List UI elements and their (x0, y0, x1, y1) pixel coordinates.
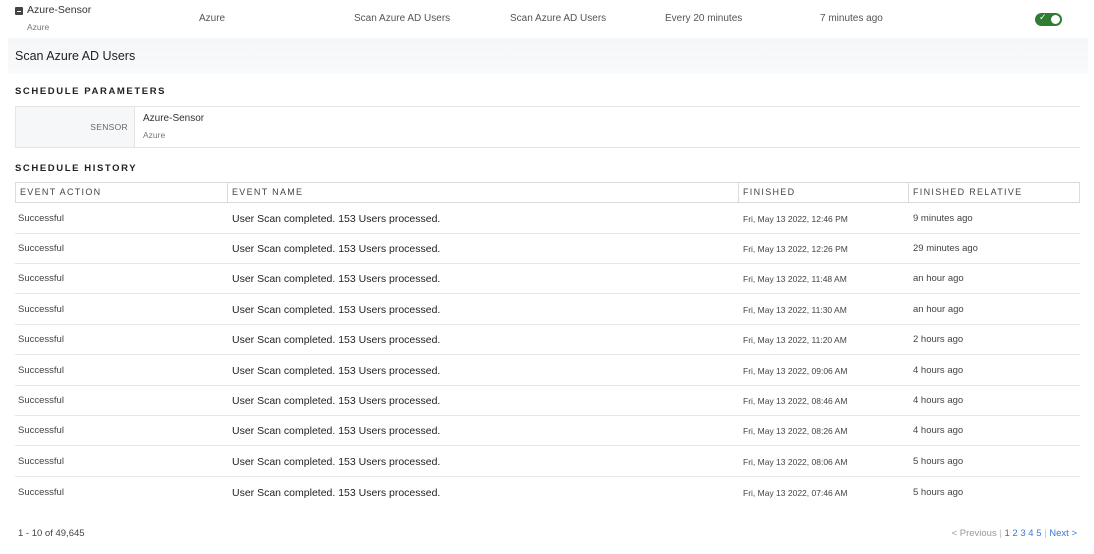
page-2-link[interactable]: 2 (1012, 528, 1017, 539)
row-event-name: User Scan completed. 153 Users processed… (232, 304, 441, 316)
row-finished: Fri, May 13 2022, 12:46 PM (743, 214, 848, 224)
detail-title: Scan Azure AD Users (15, 49, 136, 63)
schedule-sensor-type: Azure (27, 22, 50, 32)
row-event-name: User Scan completed. 153 Users processed… (232, 243, 441, 255)
table-row[interactable]: Successful User Scan completed. 153 User… (15, 477, 1080, 507)
table-row[interactable]: Successful User Scan completed. 153 User… (15, 203, 1080, 234)
row-event-name: User Scan completed. 153 Users processed… (232, 365, 441, 377)
col-finished[interactable]: FINISHED (738, 182, 909, 203)
schedule-action: Scan Azure AD Users (354, 13, 451, 24)
row-event-action: Successful (18, 425, 64, 436)
row-event-action: Successful (18, 395, 64, 406)
row-finished: Fri, May 13 2022, 11:20 AM (743, 335, 847, 345)
collapse-icon[interactable] (15, 7, 23, 15)
table-row[interactable]: Successful User Scan completed. 153 User… (15, 355, 1080, 386)
row-event-action: Successful (18, 213, 64, 224)
toggle-knob (1051, 15, 1060, 24)
row-finished-relative: 5 hours ago (913, 456, 964, 467)
row-finished: Fri, May 13 2022, 11:48 AM (743, 274, 847, 284)
row-event-action: Successful (18, 365, 64, 376)
schedule-parameters-heading: SCHEDULE PARAMETERS (15, 86, 167, 97)
schedule-history-heading: SCHEDULE HISTORY (15, 163, 138, 174)
row-event-action: Successful (18, 334, 64, 345)
row-finished-relative: 4 hours ago (913, 395, 964, 406)
detail-header: Scan Azure AD Users (8, 38, 1088, 74)
sensor-param-value: Azure-Sensor (143, 113, 205, 124)
row-finished-relative: an hour ago (913, 304, 964, 315)
table-row[interactable]: Successful User Scan completed. 153 User… (15, 385, 1080, 416)
pagination: < Previous | 1 2 3 4 5 | Next > (951, 528, 1077, 539)
schedule-row[interactable]: Azure-Sensor Azure Azure Scan Azure AD U… (0, 0, 1094, 38)
row-event-action: Successful (18, 487, 64, 498)
row-finished: Fri, May 13 2022, 08:46 AM (743, 396, 848, 406)
table-row[interactable]: Successful User Scan completed. 153 User… (15, 415, 1080, 446)
row-finished: Fri, May 13 2022, 08:26 AM (743, 426, 848, 436)
table-row[interactable]: Successful User Scan completed. 153 User… (15, 446, 1080, 477)
parameters-table: SENSOR Azure-Sensor Azure (15, 106, 1080, 148)
page-4-link[interactable]: 4 (1028, 528, 1033, 539)
row-finished-relative: 4 hours ago (913, 365, 964, 376)
row-finished: Fri, May 13 2022, 09:06 AM (743, 366, 848, 376)
sensor-param-sub: Azure (143, 130, 166, 140)
row-finished: Fri, May 13 2022, 08:06 AM (743, 457, 848, 467)
page-3-link[interactable]: 3 (1020, 528, 1025, 539)
row-finished-relative: an hour ago (913, 273, 964, 284)
col-event-name[interactable]: EVENT NAME (227, 182, 739, 203)
row-event-name: User Scan completed. 153 Users processed… (232, 213, 441, 225)
col-finished-relative[interactable]: FINISHED RELATIVE (908, 182, 1080, 203)
pagination-range: 1 - 10 of 49,645 (18, 528, 85, 539)
row-event-action: Successful (18, 304, 64, 315)
row-event-name: User Scan completed. 153 Users processed… (232, 334, 441, 346)
schedule-platform: Azure (199, 13, 226, 24)
schedule-name: Scan Azure AD Users (510, 13, 607, 24)
table-row[interactable]: Successful User Scan completed. 153 User… (15, 324, 1080, 355)
next-page-link[interactable]: Next > (1049, 528, 1077, 539)
row-finished-relative: 9 minutes ago (913, 213, 973, 224)
history-table-header: EVENT ACTION EVENT NAME FINISHED FINISHE… (15, 182, 1080, 203)
page-1-link[interactable]: 1 (1004, 528, 1009, 539)
row-finished-relative: 4 hours ago (913, 425, 964, 436)
table-row[interactable]: Successful User Scan completed. 153 User… (15, 263, 1080, 294)
check-icon: ✓ (1039, 12, 1047, 22)
row-event-name: User Scan completed. 153 Users processed… (232, 456, 441, 468)
row-finished: Fri, May 13 2022, 07:46 AM (743, 488, 848, 498)
schedule-frequency: Every 20 minutes (665, 13, 743, 24)
schedule-sensor-name: Azure-Sensor (27, 4, 92, 16)
row-event-action: Successful (18, 456, 64, 467)
sensor-param-label: SENSOR (15, 107, 135, 147)
table-row[interactable]: Successful User Scan completed. 153 User… (15, 233, 1080, 264)
row-event-action: Successful (18, 273, 64, 284)
row-event-name: User Scan completed. 153 Users processed… (232, 273, 441, 285)
enabled-toggle[interactable]: ✓ (1035, 12, 1062, 26)
row-event-action: Successful (18, 243, 64, 254)
schedule-last-run: 7 minutes ago (820, 13, 883, 24)
row-finished-relative: 5 hours ago (913, 487, 964, 498)
row-finished-relative: 2 hours ago (913, 334, 964, 345)
row-finished: Fri, May 13 2022, 11:30 AM (743, 305, 847, 315)
table-row[interactable]: Successful User Scan completed. 153 User… (15, 294, 1080, 325)
page-5-link[interactable]: 5 (1036, 528, 1041, 539)
col-event-action[interactable]: EVENT ACTION (15, 182, 228, 203)
previous-page-link[interactable]: < Previous (952, 528, 997, 539)
row-finished: Fri, May 13 2022, 12:26 PM (743, 244, 848, 254)
row-event-name: User Scan completed. 153 Users processed… (232, 487, 441, 499)
row-finished-relative: 29 minutes ago (913, 243, 978, 254)
row-event-name: User Scan completed. 153 Users processed… (232, 395, 441, 407)
row-event-name: User Scan completed. 153 Users processed… (232, 425, 441, 437)
